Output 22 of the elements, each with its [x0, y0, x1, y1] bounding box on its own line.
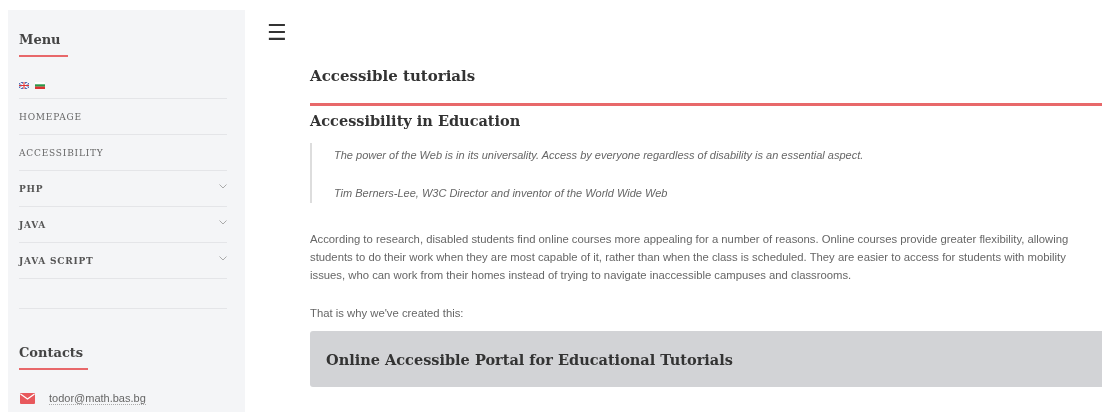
portal-banner: Online Accessible Portal for Educational Tutorials — [310, 331, 1102, 387]
menu-item[interactable]: JAVA SCRIPT — [19, 243, 227, 279]
menu-icon[interactable]: ☰ — [267, 20, 287, 46]
quote-author: Tim Berners-Lee, W3C Director and inventor of the World Wide Web — [334, 187, 669, 199]
page-title: Accessible tutorials — [310, 67, 477, 85]
chevron-down-icon — [219, 255, 227, 261]
email-link[interactable]: todor@math.bas.bg — [49, 392, 146, 405]
menu-item[interactable]: HOMEPAGE — [19, 99, 227, 135]
menu-item[interactable]: PHP — [19, 171, 227, 207]
uk-flag-icon[interactable] — [19, 82, 29, 89]
paragraph: According to research, disabled students find online courses more appealing for a number of reasons. Online courses provide greater flexibility, allowing students to do their work when they are most capable of it, rather than when the class is scheduled. They are easier to access for students with mobility issues, who can work from their homes instead of trying to navigate inaccessible campuses and classrooms. — [310, 232, 1070, 283]
contacts-title: Contacts — [19, 345, 85, 360]
sidebar-title: Menu — [19, 32, 62, 47]
lead-text: That is why we've created this: — [310, 307, 465, 319]
menu-item[interactable]: JAVA — [19, 207, 227, 243]
section-heading: Accessibility in Education — [310, 112, 522, 129]
chevron-down-icon — [219, 183, 227, 189]
envelope-icon — [20, 393, 35, 404]
menu-item[interactable]: ACCESSIBILITY — [19, 135, 227, 171]
bulgaria-flag-icon[interactable] — [35, 82, 45, 89]
chevron-down-icon — [219, 219, 227, 225]
quote-text: The power of the Web is in its universality. Access by everyone regardless of disability is an essential aspect. — [334, 149, 865, 161]
